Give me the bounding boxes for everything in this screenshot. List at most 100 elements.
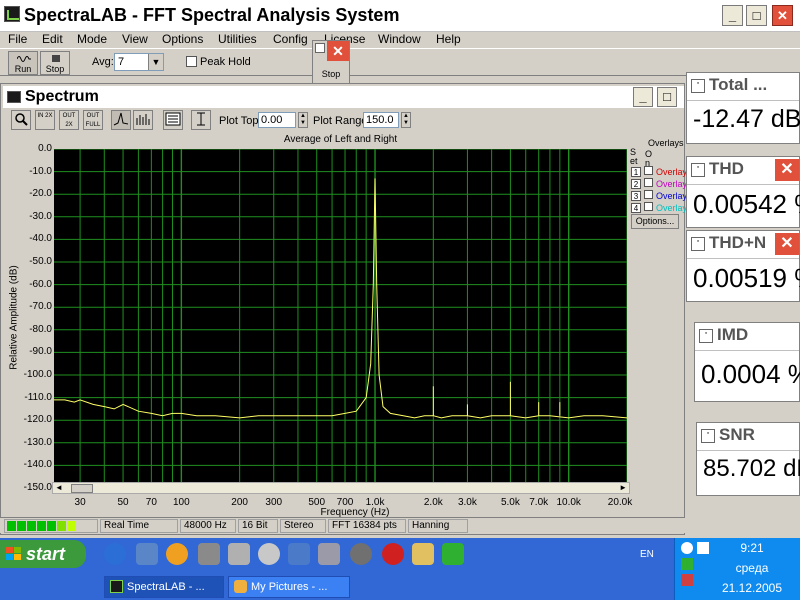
zoom-icon[interactable]	[11, 110, 31, 130]
avg-select[interactable]: 7 ▼	[114, 53, 164, 71]
minimize-button[interactable]: _	[722, 5, 743, 26]
plot-top-spinner[interactable]: ▲ ▼	[298, 112, 308, 128]
overlay-checkbox[interactable]	[644, 202, 653, 211]
line-plot-icon[interactable]	[111, 110, 131, 130]
media-player-icon[interactable]	[166, 543, 188, 565]
settings-panel-icon[interactable]	[163, 110, 183, 130]
options-button[interactable]: Options...	[631, 214, 679, 229]
y-tick-label: -10.0	[29, 165, 52, 177]
status-sample-rate: 48000 Hz	[180, 519, 236, 533]
y-tick-label: -60.0	[29, 278, 52, 290]
menu-utilities[interactable]: Utilities	[218, 32, 257, 46]
readout-thd: ▫ THD ✕ 0.00542 %	[686, 156, 800, 228]
checkmark-icon[interactable]	[442, 543, 464, 565]
scroll-right-icon[interactable]: ►	[619, 483, 627, 492]
window-icon: ▫	[701, 429, 715, 443]
plot-range-input[interactable]: 150.0	[363, 112, 399, 128]
x-tick-label: 300	[265, 497, 283, 508]
overlay-checkbox[interactable]	[644, 190, 653, 199]
menu-file[interactable]: File	[8, 32, 27, 46]
scroll-left-icon[interactable]: ◄	[55, 483, 63, 492]
close-icon[interactable]: ✕	[775, 159, 799, 181]
overlays-header: Overlays	[648, 138, 684, 148]
show-desktop-icon[interactable]	[136, 543, 158, 565]
help-icon[interactable]	[681, 542, 693, 554]
overlay-set-button[interactable]: 4	[631, 203, 641, 213]
y-tick-label: -70.0	[29, 301, 52, 313]
peak-hold-checkbox[interactable]	[186, 56, 197, 70]
clock-time[interactable]: 9:21	[707, 541, 797, 555]
overlay-label: Overlay	[656, 191, 688, 201]
y-tick-label: -130.0	[23, 436, 52, 448]
set-label: Set	[630, 147, 638, 166]
system-tray: 9:21 среда 21.12.2005	[674, 538, 800, 600]
status-channels: Stereo	[280, 519, 326, 533]
folder-icon	[234, 580, 247, 593]
plot-range-spinner[interactable]: ▲ ▼	[401, 112, 411, 128]
app-titlebar: SpectraLAB - FFT Spectral Analysis Syste…	[0, 0, 800, 32]
run-label: Run	[14, 64, 32, 74]
menu-mode[interactable]: Mode	[77, 32, 107, 46]
opera-icon[interactable]	[382, 543, 404, 565]
lock-icon[interactable]	[288, 543, 310, 565]
play-icon[interactable]	[681, 558, 693, 570]
cursor-icon[interactable]	[191, 110, 211, 130]
x-tick-label: 30	[74, 497, 86, 508]
speaker-icon[interactable]	[350, 543, 372, 565]
meter-segment	[57, 521, 66, 531]
overlay-set-button[interactable]: 3	[631, 191, 641, 201]
overlay-label: Overlay	[656, 203, 688, 213]
menu-edit[interactable]: Edit	[42, 32, 63, 46]
run-button[interactable]: Run	[8, 51, 38, 75]
close-icon[interactable]: ✕	[775, 233, 799, 255]
internet-explorer-icon[interactable]	[104, 543, 126, 565]
stop-button[interactable]: Stop	[40, 51, 70, 75]
float-stop-label[interactable]: Stop	[315, 69, 347, 79]
y-tick-label: -140.0	[23, 459, 52, 471]
language-indicator[interactable]: EN	[640, 549, 654, 560]
scroll-thumb[interactable]	[71, 484, 93, 493]
zoom-out-2x-button[interactable]: OUT 2X	[59, 110, 79, 130]
spectrum-trace	[54, 178, 627, 419]
meter-segment	[37, 521, 46, 531]
maximize-button[interactable]: □	[746, 5, 767, 26]
network-icon[interactable]	[198, 543, 220, 565]
readout-total-value: -12.47 dB	[693, 105, 800, 133]
overlay-set-button[interactable]: 2	[631, 179, 641, 189]
readout-total-name: Total ...	[709, 75, 768, 94]
menu-options[interactable]: Options	[162, 32, 203, 46]
menu-config[interactable]: Config	[273, 32, 308, 46]
spectrum-minimize-button[interactable]: _	[633, 87, 653, 107]
overlay-checkbox[interactable]	[644, 178, 653, 187]
messenger-icon[interactable]	[412, 543, 434, 565]
window-icon: ▫	[699, 329, 713, 343]
menu-bar: File Edit Mode View Options Utilities Co…	[0, 32, 800, 48]
x-tick-label: 20.0k	[607, 497, 633, 508]
y-tick-label: -30.0	[29, 210, 52, 222]
horizontal-scrollbar[interactable]: ◄ ►	[52, 482, 630, 494]
connect-icon[interactable]	[318, 543, 340, 565]
plot-top-input[interactable]: 0.00	[258, 112, 296, 128]
app-title: SpectraLAB - FFT Spectral Analysis Syste…	[24, 5, 400, 25]
tray-app-icon[interactable]	[681, 574, 693, 586]
spectrum-plot[interactable]	[54, 149, 627, 488]
zoom-in-2x-button[interactable]: IN 2X	[35, 110, 55, 130]
menu-view[interactable]: View	[122, 32, 148, 46]
drive-icon[interactable]	[228, 543, 250, 565]
avg-value: 7	[118, 56, 125, 68]
window-icon: ▫	[691, 163, 705, 177]
menu-help[interactable]: Help	[436, 32, 461, 46]
float-close-button[interactable]: ✕	[327, 41, 349, 61]
close-button[interactable]: ✕	[772, 5, 793, 26]
overlay-checkbox[interactable]	[644, 166, 653, 175]
spectrum-toolbar: IN 2X OUT 2X OUT FULL Plot Top: 0.00 ▲ ▼ …	[3, 110, 684, 134]
chevron-down-icon: ▼	[148, 54, 163, 70]
readout-total: ▫ Total ... -12.47 dB	[686, 72, 800, 144]
zoom-out-full-button[interactable]: OUT FULL	[83, 110, 103, 130]
y-tick-label: -40.0	[29, 233, 52, 245]
menu-window[interactable]: Window	[378, 32, 421, 46]
spectrum-maximize-button[interactable]: □	[657, 87, 677, 107]
cd-drive-icon[interactable]	[258, 543, 280, 565]
overlay-set-button[interactable]: 1	[631, 167, 641, 177]
bar-plot-icon[interactable]	[133, 110, 153, 130]
